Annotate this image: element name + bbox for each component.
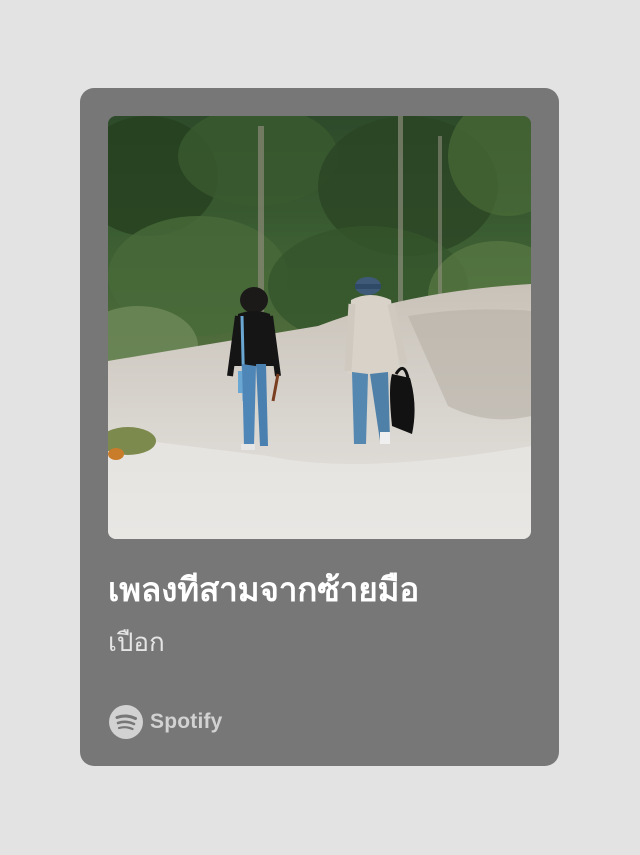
album-cover-image bbox=[108, 116, 531, 539]
spotify-logo[interactable]: Spotify bbox=[108, 704, 223, 740]
spotify-icon bbox=[109, 705, 143, 739]
spotify-wordmark: Spotify bbox=[150, 710, 223, 733]
artist-name[interactable]: เปือก bbox=[108, 623, 165, 663]
track-title[interactable]: เพลงทีสามจากซ้ายมือ bbox=[108, 566, 538, 614]
spotify-embed-card[interactable]: เพลงทีสามจากซ้ายมือ เปือก Spotify bbox=[80, 88, 559, 766]
album-cover[interactable] bbox=[108, 116, 531, 539]
